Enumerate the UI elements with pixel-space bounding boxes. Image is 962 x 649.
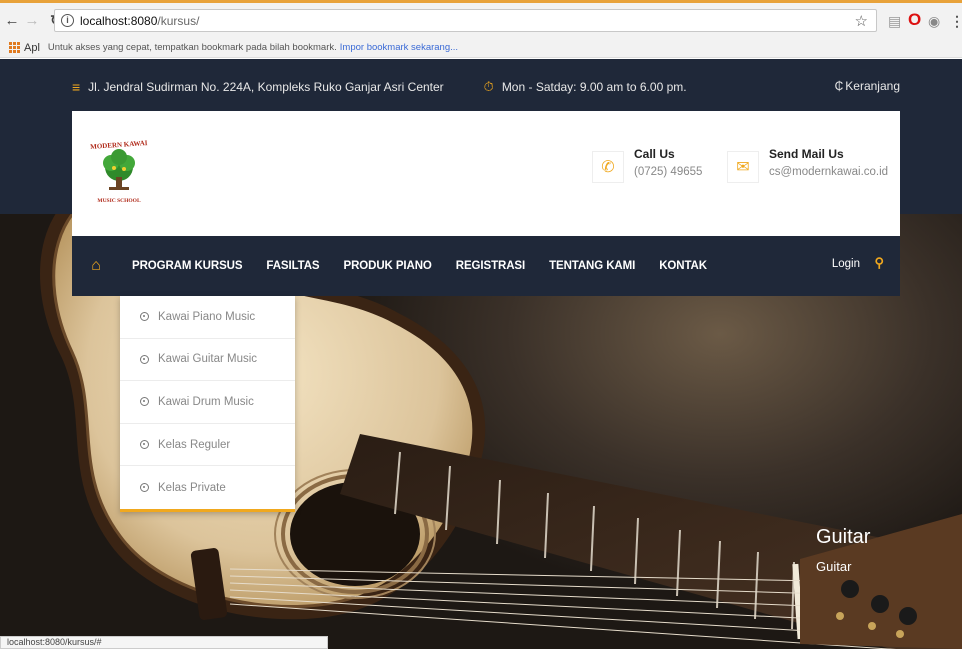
bullet-icon [140, 397, 149, 407]
phone-icon: ✆ [592, 151, 624, 183]
apps-grid-icon[interactable] [9, 42, 20, 53]
menu-dots-icon[interactable]: ⋮ [950, 13, 962, 30]
nav-tentang-kami[interactable]: TENTANG KAMI [549, 260, 635, 272]
envelope-icon: ✉ [727, 151, 759, 183]
address-bar[interactable]: i localhost:8080/kursus/ ☆ [54, 9, 877, 32]
bookmark-hint: Untuk akses yang cepat, tempatkan bookma… [47, 42, 337, 53]
bullet-icon [140, 354, 149, 364]
apps-label[interactable]: Apl [24, 42, 40, 54]
main-navigation: ⌂ PROGRAM KURSUS FASILTAS PRODUK PIANO R… [72, 236, 900, 296]
opening-hours: Mon - Satday: 9.00 am to 6.00 pm. [501, 80, 687, 94]
login-link[interactable]: Login [832, 258, 860, 270]
info-icon[interactable]: i [61, 14, 74, 27]
phone-number: (0725) 49655 [634, 166, 703, 178]
search-icon[interactable]: ⚲ [874, 255, 884, 271]
address-text: Jl. Jendral Sudirman No. 224A, Kompleks … [88, 80, 444, 94]
svg-text:MUSIC SCHOOL: MUSIC SCHOOL [97, 198, 141, 204]
nav-kontak[interactable]: KONTAK [659, 260, 707, 272]
header: MODERN KAWAI MUSIC SCHOOL ✆ Call Us (072… [72, 111, 900, 236]
clock-icon: ⏱ [483, 79, 494, 94]
cart-label: Keranjang [845, 79, 900, 93]
send-mail-title: Send Mail Us [769, 147, 844, 161]
forward-arrow-icon[interactable]: → [23, 10, 41, 32]
nav-fasilitas[interactable]: FASILTAS [266, 260, 319, 272]
email-address: cs@modernkawai.co.id [769, 166, 889, 178]
home-icon[interactable]: ⌂ [72, 236, 120, 296]
url-path: /kursus/ [157, 13, 200, 28]
dropdown-item-label: Kelas Private [158, 481, 226, 494]
slide-title: Guitar [816, 526, 871, 548]
page: ≡ Jl. Jendral Sudirman No. 224A, Komplek… [0, 59, 962, 649]
dropdown-item-label: Kawai Guitar Music [158, 353, 258, 366]
dropdown-item-label: Kawai Piano Music [158, 310, 256, 323]
nav-program-kursus[interactable]: PROGRAM KURSUS [132, 260, 243, 272]
slide-subtitle: Guitar [816, 559, 852, 574]
status-bar: localhost:8080/kursus/# [0, 636, 328, 649]
program-kursus-dropdown: Kawai Piano Music Kawai Guitar Music Kaw… [120, 296, 295, 512]
send-mail-block[interactable]: ✉ Send Mail Us cs@modernkawai.co.id [727, 147, 888, 183]
import-bookmarks-link[interactable]: Impor bookmark sekarang... [340, 42, 458, 53]
dropdown-item-label: Kawai Drum Music [158, 395, 254, 408]
top-info-bar: ≡ Jl. Jendral Sudirman No. 224A, Komplek… [72, 77, 900, 97]
opera-icon[interactable]: O [908, 10, 921, 30]
dropdown-item[interactable]: Kawai Guitar Music [120, 339, 295, 382]
extension-icon[interactable]: ▤ [888, 13, 901, 30]
call-us-title: Call Us [634, 147, 675, 161]
call-us-block[interactable]: ✆ Call Us (0725) 49655 [592, 147, 702, 183]
cart-icon: ₵ [834, 79, 844, 93]
bullet-icon [140, 440, 149, 450]
cart-link[interactable]: ₵ Keranjang [835, 79, 900, 93]
dropdown-item[interactable]: Kawai Drum Music [120, 381, 295, 424]
nav-registrasi[interactable]: REGISTRASI [456, 260, 525, 272]
dropdown-item[interactable]: Kawai Piano Music [120, 296, 295, 339]
bullet-icon [140, 312, 149, 322]
bullet-icon [140, 483, 149, 493]
dropdown-item-label: Kelas Reguler [158, 438, 231, 451]
extension-icon[interactable]: ◉ [928, 13, 940, 30]
url-host: localhost:8080 [80, 13, 158, 28]
nav-produk-piano[interactable]: PRODUK PIANO [344, 260, 432, 272]
location-icon: ≡ [72, 79, 81, 95]
bookmark-star-icon[interactable]: ☆ [855, 12, 868, 30]
browser-toolbar: ← → ↻ i localhost:8080/kursus/ ☆ ▤ O ◉ ⋮ [0, 0, 962, 38]
dropdown-item[interactable]: Kelas Reguler [120, 424, 295, 467]
bookmark-bar: Apl Untuk akses yang cepat, tempatkan bo… [0, 38, 962, 58]
dropdown-item[interactable]: Kelas Private [120, 466, 295, 509]
school-logo[interactable]: MODERN KAWAI MUSIC SCHOOL [90, 135, 148, 207]
back-arrow-icon[interactable]: ← [3, 10, 21, 32]
